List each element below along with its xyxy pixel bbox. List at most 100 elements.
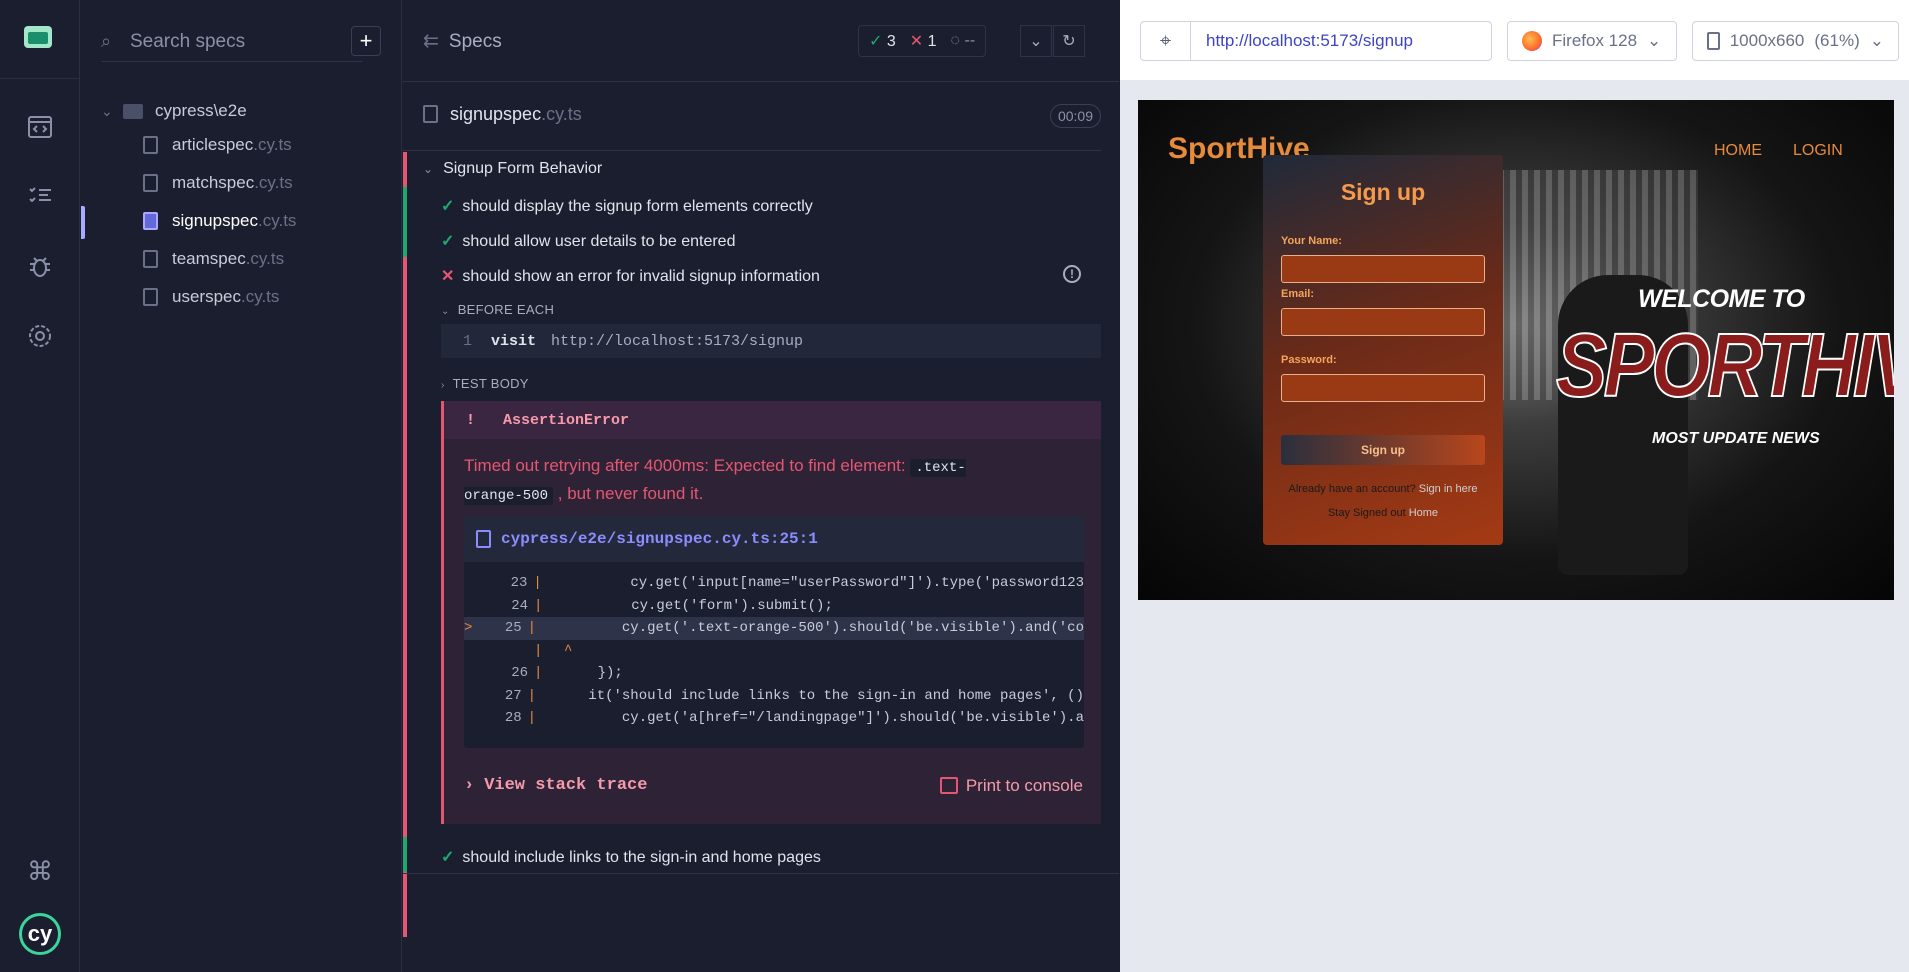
code-line: 24 | cy.get('form').submit(); [511, 597, 833, 614]
form-title: Sign up [1340, 179, 1426, 205]
test-item-passed[interactable]: ✓ should allow user details to be entered [441, 231, 735, 251]
spec-tree: ⌄ cypress\e2e articlespec .cy.ts matchspe… [101, 96, 391, 316]
specs-sidebar: ⌕ Search specs + ⌄ cypress\e2e articlesp… [81, 0, 402, 972]
check-icon: ✓ [441, 198, 455, 215]
document-icon [143, 288, 158, 306]
url-bar[interactable]: ⌖ http://localhost:5173/signup [1140, 21, 1492, 61]
spec-file-matchspec[interactable]: matchspec .cy.ts [101, 164, 391, 202]
signin-prompt: Already have an account? Sign in here [1288, 483, 1478, 495]
failed-x-icon: ✕ [909, 33, 924, 50]
code-frame: cypress/e2e/signupspec.cy.ts:25:1 23 | cy… [464, 516, 1084, 748]
browser-select[interactable]: Firefox 128 ⌄ [1507, 21, 1677, 61]
spec-file-ext: .cy.ts [240, 287, 280, 306]
viewport-select[interactable]: 1000x660 (61%) ⌄ [1692, 21, 1899, 61]
document-icon [143, 174, 158, 192]
passed-status-bar [403, 187, 407, 257]
reporter-panel: ⇇ Specs ✓ 3 ✕ 1 ◌ -- ⌄ ↻ signupspec.cy.ts… [403, 0, 1119, 972]
email-label: Email: [1281, 288, 1315, 300]
spec-file-teamspec[interactable]: teamspec .cy.ts [101, 240, 391, 278]
before-each-hook[interactable]: ⌄ BEFORE EACH [441, 302, 554, 317]
folder-cypress-e2e[interactable]: ⌄ cypress\e2e [101, 96, 391, 126]
code-line: 23 | cy.get('input[name="userPassword"]')… [510, 575, 1084, 592]
view-stack-trace-button[interactable]: › View stack trace [464, 776, 647, 795]
specs-nav-icon[interactable] [0, 97, 80, 157]
settings-gear-icon[interactable] [0, 306, 80, 366]
password-input[interactable] [1281, 374, 1485, 402]
add-spec-button[interactable]: + [351, 26, 381, 56]
error-type: AssertionError [503, 411, 630, 429]
spec-ext: .cy.ts [541, 104, 582, 124]
suite-title[interactable]: ⌄ Signup Form Behavior [423, 160, 602, 178]
divider [403, 873, 1119, 874]
refresh-icon: ↻ [1062, 33, 1076, 50]
email-input[interactable] [1281, 308, 1485, 336]
error-panel: ! AssertionError Timed out retrying after… [441, 401, 1101, 824]
spec-file-articlespec[interactable]: articlespec .cy.ts [101, 126, 391, 164]
rail-divider [0, 78, 80, 79]
signup-submit-button[interactable]: Sign up [1281, 435, 1485, 465]
code-line-highlighted: >25 | cy.get('.text-orange-500').should('… [464, 617, 1084, 640]
nav-login-link[interactable]: LOGIN [1793, 142, 1843, 160]
test-suite: ⌄ Signup Form Behavior ✓ should display th… [403, 152, 1101, 937]
app-preview: SportHive HOME LOGIN Sign up Your Name: … [1138, 100, 1894, 600]
password-label: Password: [1281, 354, 1337, 366]
name-input[interactable] [1281, 255, 1485, 283]
error-marker: ! [466, 411, 476, 429]
code-line: 28 | cy.get('a[href="/landingpage"]').sho… [504, 710, 1084, 727]
firefox-icon [1522, 31, 1542, 51]
signin-link[interactable]: Sign in here [1419, 483, 1478, 495]
expand-collapse-button[interactable]: ⌄ [1020, 25, 1052, 57]
keyboard-shortcuts-icon[interactable]: ⌘ [0, 856, 80, 887]
command-value: http://localhost:5173/signup [551, 332, 804, 350]
code-line: 26 | }); [511, 665, 623, 682]
x-icon: ✕ [441, 268, 455, 285]
selector-playground-target-icon[interactable]: ⌖ [1141, 22, 1191, 60]
hero-title: SPORTHIVE [1555, 315, 1894, 417]
document-icon [143, 136, 158, 154]
check-icon: ✓ [441, 233, 455, 250]
test-item-passed[interactable]: ✓ should include links to the sign-in and… [441, 847, 821, 867]
code-line: 27 | it('should include links to the sign… [504, 687, 1084, 704]
spec-file-ext: .cy.ts [253, 135, 292, 154]
spec-file-name: matchspec [172, 173, 255, 192]
spec-name: signupspec [450, 104, 542, 124]
test-item-failed[interactable]: ✕ should show an error for invalid signup… [441, 266, 820, 286]
print-to-console-button[interactable]: Print to console [939, 776, 1083, 796]
document-icon [423, 105, 438, 123]
search-placeholder: Search specs [130, 31, 246, 52]
folder-icon [123, 103, 143, 119]
reporter-title[interactable]: ⇇ Specs [423, 30, 502, 53]
spec-file-ext: .cy.ts [254, 173, 293, 192]
rerun-button[interactable]: ↻ [1053, 25, 1085, 57]
viewport-size: 1000x660 [1729, 31, 1805, 50]
home-link[interactable]: Home [1409, 507, 1438, 519]
pending-count: -- [964, 32, 976, 49]
spec-file-name: teamspec [172, 249, 246, 268]
spec-file-name: userspec [172, 287, 241, 306]
command-row[interactable]: 1 visit http://localhost:5173/signup [441, 324, 1101, 358]
chevron-right-icon: › [441, 380, 445, 391]
command-number: 1 [463, 332, 473, 350]
cypress-app-logo-icon[interactable] [24, 26, 52, 48]
search-icon: ⌕ [101, 31, 112, 51]
cypress-logo-icon[interactable]: cy [19, 913, 61, 955]
code-frame-file[interactable]: cypress/e2e/signupspec.cy.ts:25:1 [464, 516, 1084, 562]
browser-toolbar: ⌖ http://localhost:5173/signup Firefox 1… [1120, 0, 1909, 80]
passed-check-icon: ✓ [869, 33, 883, 50]
document-icon [143, 212, 158, 230]
spec-file-signupspec[interactable]: signupspec .cy.ts [101, 202, 391, 240]
test-body-hook[interactable]: › TEST BODY [441, 376, 529, 391]
welcome-heading: WELCOME TO [1638, 285, 1805, 313]
search-specs-input[interactable]: ⌕ Search specs [101, 26, 363, 62]
test-item-passed[interactable]: ✓ should display the signup form elements… [441, 196, 813, 216]
spec-file-ext: .cy.ts [258, 211, 297, 230]
browser-name: Firefox 128 [1552, 31, 1638, 50]
runs-nav-icon[interactable] [0, 165, 80, 225]
error-info-icon[interactable]: ! [1063, 265, 1081, 283]
debug-bug-icon[interactable] [0, 236, 80, 296]
divider [403, 150, 1101, 151]
passed-status-bar [403, 837, 407, 872]
nav-home-link[interactable]: HOME [1714, 142, 1762, 160]
spec-file-userspec[interactable]: userspec .cy.ts [101, 278, 391, 316]
folder-label: cypress\e2e [155, 101, 247, 120]
